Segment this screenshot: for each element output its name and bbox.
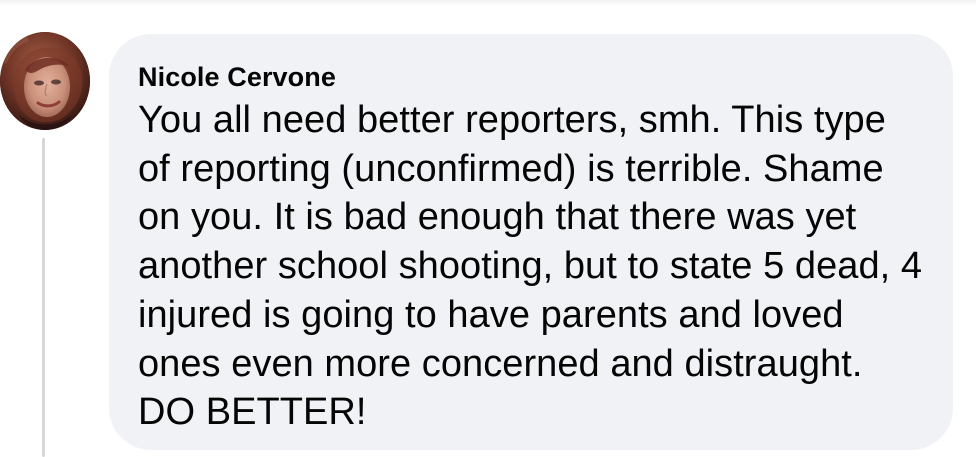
top-fade [0,0,976,6]
comment-bubble: Nicole Cervone You all need better repor… [109,34,953,450]
reply-thread-line [42,138,45,457]
profile-photo-icon [0,32,90,130]
comment-thread: Nicole Cervone You all need better repor… [0,0,976,457]
comment-text: You all need better reporters, smh. This… [138,99,923,434]
avatar[interactable] [0,32,90,130]
comment-author[interactable]: Nicole Cervone [138,60,925,94]
